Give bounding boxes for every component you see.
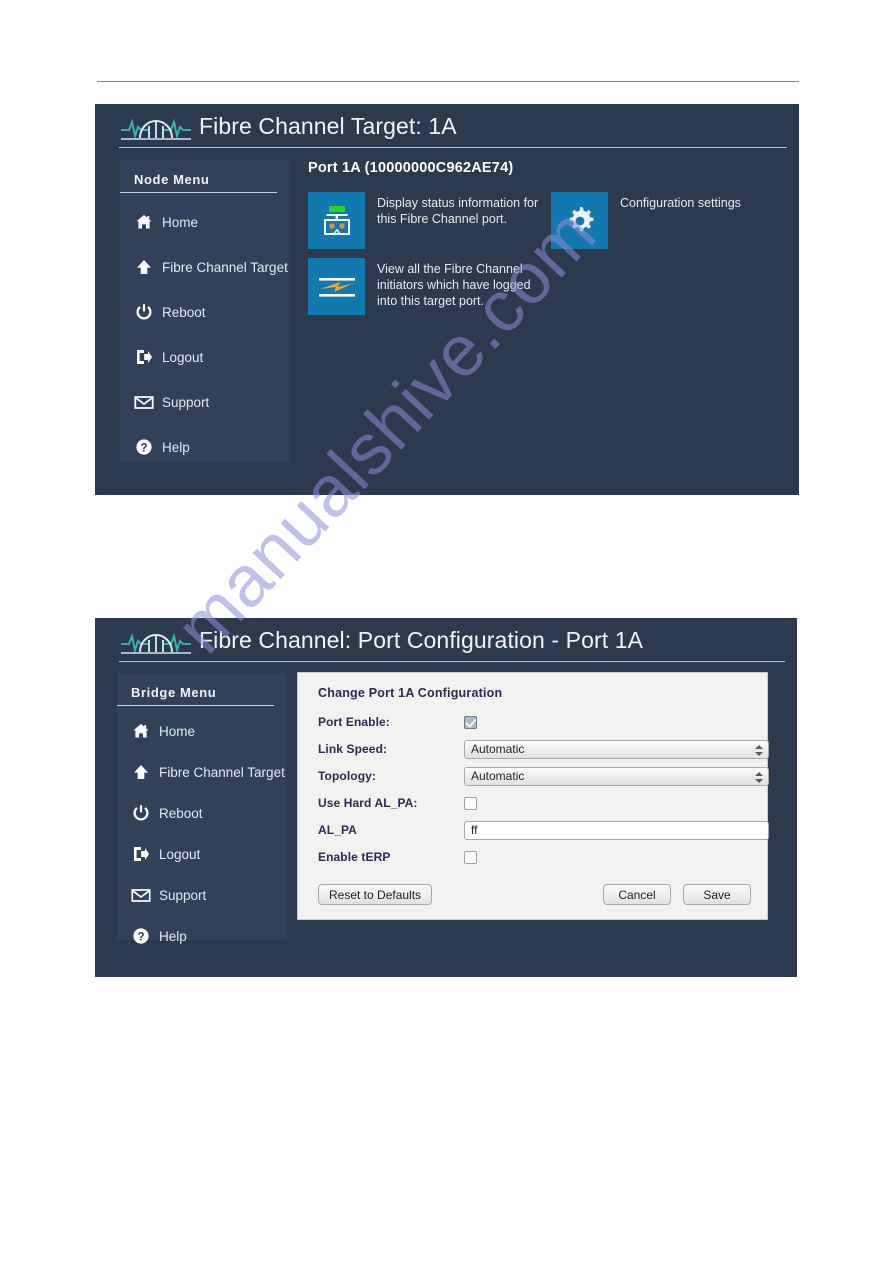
power-icon — [133, 301, 155, 323]
tile-grid: Display status information for this Fibr… — [308, 192, 789, 332]
envelope-icon — [133, 391, 155, 413]
form-row-enable-terp: Enable tERP — [318, 844, 755, 870]
sidebar-item-logout[interactable]: Logout — [117, 838, 287, 870]
alpa-input[interactable]: ff — [464, 820, 769, 840]
sidebar-item-home[interactable]: Home — [120, 206, 290, 238]
port-heading: Port 1A (10000000C962AE74) — [308, 160, 514, 176]
sidebar-item-help[interactable]: ? Help — [120, 431, 290, 463]
enable-terp-checkbox[interactable] — [464, 850, 477, 864]
port-enable-checkbox[interactable] — [464, 715, 477, 729]
logout-icon — [130, 843, 152, 865]
menu-title: Bridge Menu — [117, 685, 274, 706]
initiators-icon — [308, 258, 365, 315]
link-speed-select[interactable]: Automatic — [464, 739, 769, 759]
bridge-menu: Bridge Menu Home Fibre Channel Target Re… — [117, 673, 287, 944]
form-row-topology: Topology: Automatic — [318, 763, 769, 789]
field-label: Topology: — [318, 769, 376, 783]
header-rule — [119, 661, 785, 662]
question-circle-icon: ? — [133, 436, 155, 458]
form-buttons: Reset to Defaults Cancel Save — [318, 884, 751, 905]
tile-initiators[interactable]: View all the Fibre Channel initiators wh… — [308, 258, 552, 315]
up-arrow-icon — [130, 761, 152, 783]
field-label: Use Hard AL_PA: — [318, 796, 418, 810]
button-spacer — [432, 884, 603, 905]
form-rows: Port Enable: Link Speed: Automatic Topol… — [318, 709, 769, 870]
field-label: Link Speed: — [318, 742, 388, 756]
panel-title: Fibre Channel Target: 1A — [199, 112, 457, 139]
sidebar-item-label: Support — [159, 887, 207, 903]
topology-value: Automatic — [471, 769, 525, 783]
sidebar-item-label: Logout — [162, 349, 204, 365]
fibre-channel-target-panel: Fibre Channel Target: 1A Node Menu Home … — [95, 104, 799, 495]
page-top-rule — [97, 81, 799, 82]
form-row-alpa: AL_PA ff — [318, 817, 769, 843]
sidebar-item-logout[interactable]: Logout — [120, 341, 290, 373]
tile-text: View all the Fibre Channel initiators wh… — [377, 262, 531, 308]
sidebar-item-label: Home — [159, 723, 196, 739]
form-row-port-enable: Port Enable: — [318, 709, 755, 735]
chevron-updown-icon[interactable] — [754, 769, 763, 786]
bridge-logo-icon — [119, 109, 193, 143]
sidebar-item-label: Help — [159, 928, 187, 944]
gear-icon — [551, 192, 608, 249]
panel-header: Fibre Channel: Port Configuration - Port… — [95, 618, 797, 662]
up-arrow-icon — [133, 256, 155, 278]
field-label: Enable tERP — [318, 850, 391, 864]
node-menu: Node Menu Home Fibre Channel Target Rebo… — [120, 160, 290, 462]
chevron-updown-icon[interactable] — [754, 742, 763, 759]
sidebar-item-label: Support — [162, 394, 210, 410]
link-speed-value: Automatic — [471, 742, 525, 756]
panel-title: Fibre Channel: Port Configuration - Port… — [199, 626, 644, 653]
question-circle-icon: ? — [130, 925, 152, 947]
sidebar-item-support[interactable]: Support — [120, 386, 290, 418]
sidebar-item-fibre-channel-target[interactable]: Fibre Channel Target — [117, 756, 287, 788]
home-icon — [130, 720, 152, 742]
svg-text:?: ? — [140, 442, 147, 454]
form-title: Change Port 1A Configuration — [318, 686, 503, 700]
sidebar-item-label: Fibre Channel Target — [159, 764, 285, 780]
save-button[interactable]: Save — [683, 884, 751, 905]
form-row-link-speed: Link Speed: Automatic — [318, 736, 769, 762]
home-icon — [133, 211, 155, 233]
reset-to-defaults-button[interactable]: Reset to Defaults — [318, 884, 433, 905]
tile-text: Display status information for this Fibr… — [377, 196, 539, 226]
header-rule — [119, 147, 787, 148]
sidebar-item-fibre-channel-target[interactable]: Fibre Channel Target — [120, 251, 290, 283]
use-hard-alpa-checkbox[interactable] — [464, 796, 477, 810]
power-icon — [130, 802, 152, 824]
sidebar-item-label: Help — [162, 439, 190, 455]
field-label: Port Enable: — [318, 715, 390, 729]
svg-text:?: ? — [137, 931, 144, 943]
tile-configuration[interactable]: Configuration settings — [551, 192, 741, 249]
sidebar-item-home[interactable]: Home — [117, 715, 287, 747]
port-status-icon — [308, 192, 365, 249]
sidebar-item-label: Reboot — [162, 304, 206, 320]
sidebar-item-label: Fibre Channel Target — [162, 259, 288, 275]
change-port-configuration-form: Change Port 1A Configuration Port Enable… — [297, 672, 769, 920]
port-configuration-panel: Fibre Channel: Port Configuration - Port… — [95, 618, 797, 977]
field-label: AL_PA — [318, 823, 357, 837]
alpa-value: ff — [471, 823, 478, 837]
menu-title: Node Menu — [120, 172, 277, 193]
envelope-icon — [130, 884, 152, 906]
sidebar-item-support[interactable]: Support — [117, 879, 287, 911]
sidebar-item-label: Reboot — [159, 805, 203, 821]
bridge-logo-icon — [119, 623, 193, 657]
sidebar-item-label: Logout — [159, 846, 201, 862]
sidebar-item-reboot[interactable]: Reboot — [120, 296, 290, 328]
tile-port-status[interactable]: Display status information for this Fibr… — [308, 192, 552, 249]
topology-select[interactable]: Automatic — [464, 766, 769, 786]
panel-header: Fibre Channel Target: 1A — [95, 104, 799, 148]
form-row-use-hard-alpa: Use Hard AL_PA: — [318, 790, 755, 816]
tile-text: Configuration settings — [620, 196, 741, 210]
target-content: Port 1A (10000000C962AE74) Display statu… — [308, 160, 789, 332]
sidebar-item-reboot[interactable]: Reboot — [117, 797, 287, 829]
logout-icon — [133, 346, 155, 368]
sidebar-item-label: Home — [162, 214, 199, 230]
sidebar-item-help[interactable]: ? Help — [117, 920, 287, 952]
cancel-button[interactable]: Cancel — [603, 884, 671, 905]
